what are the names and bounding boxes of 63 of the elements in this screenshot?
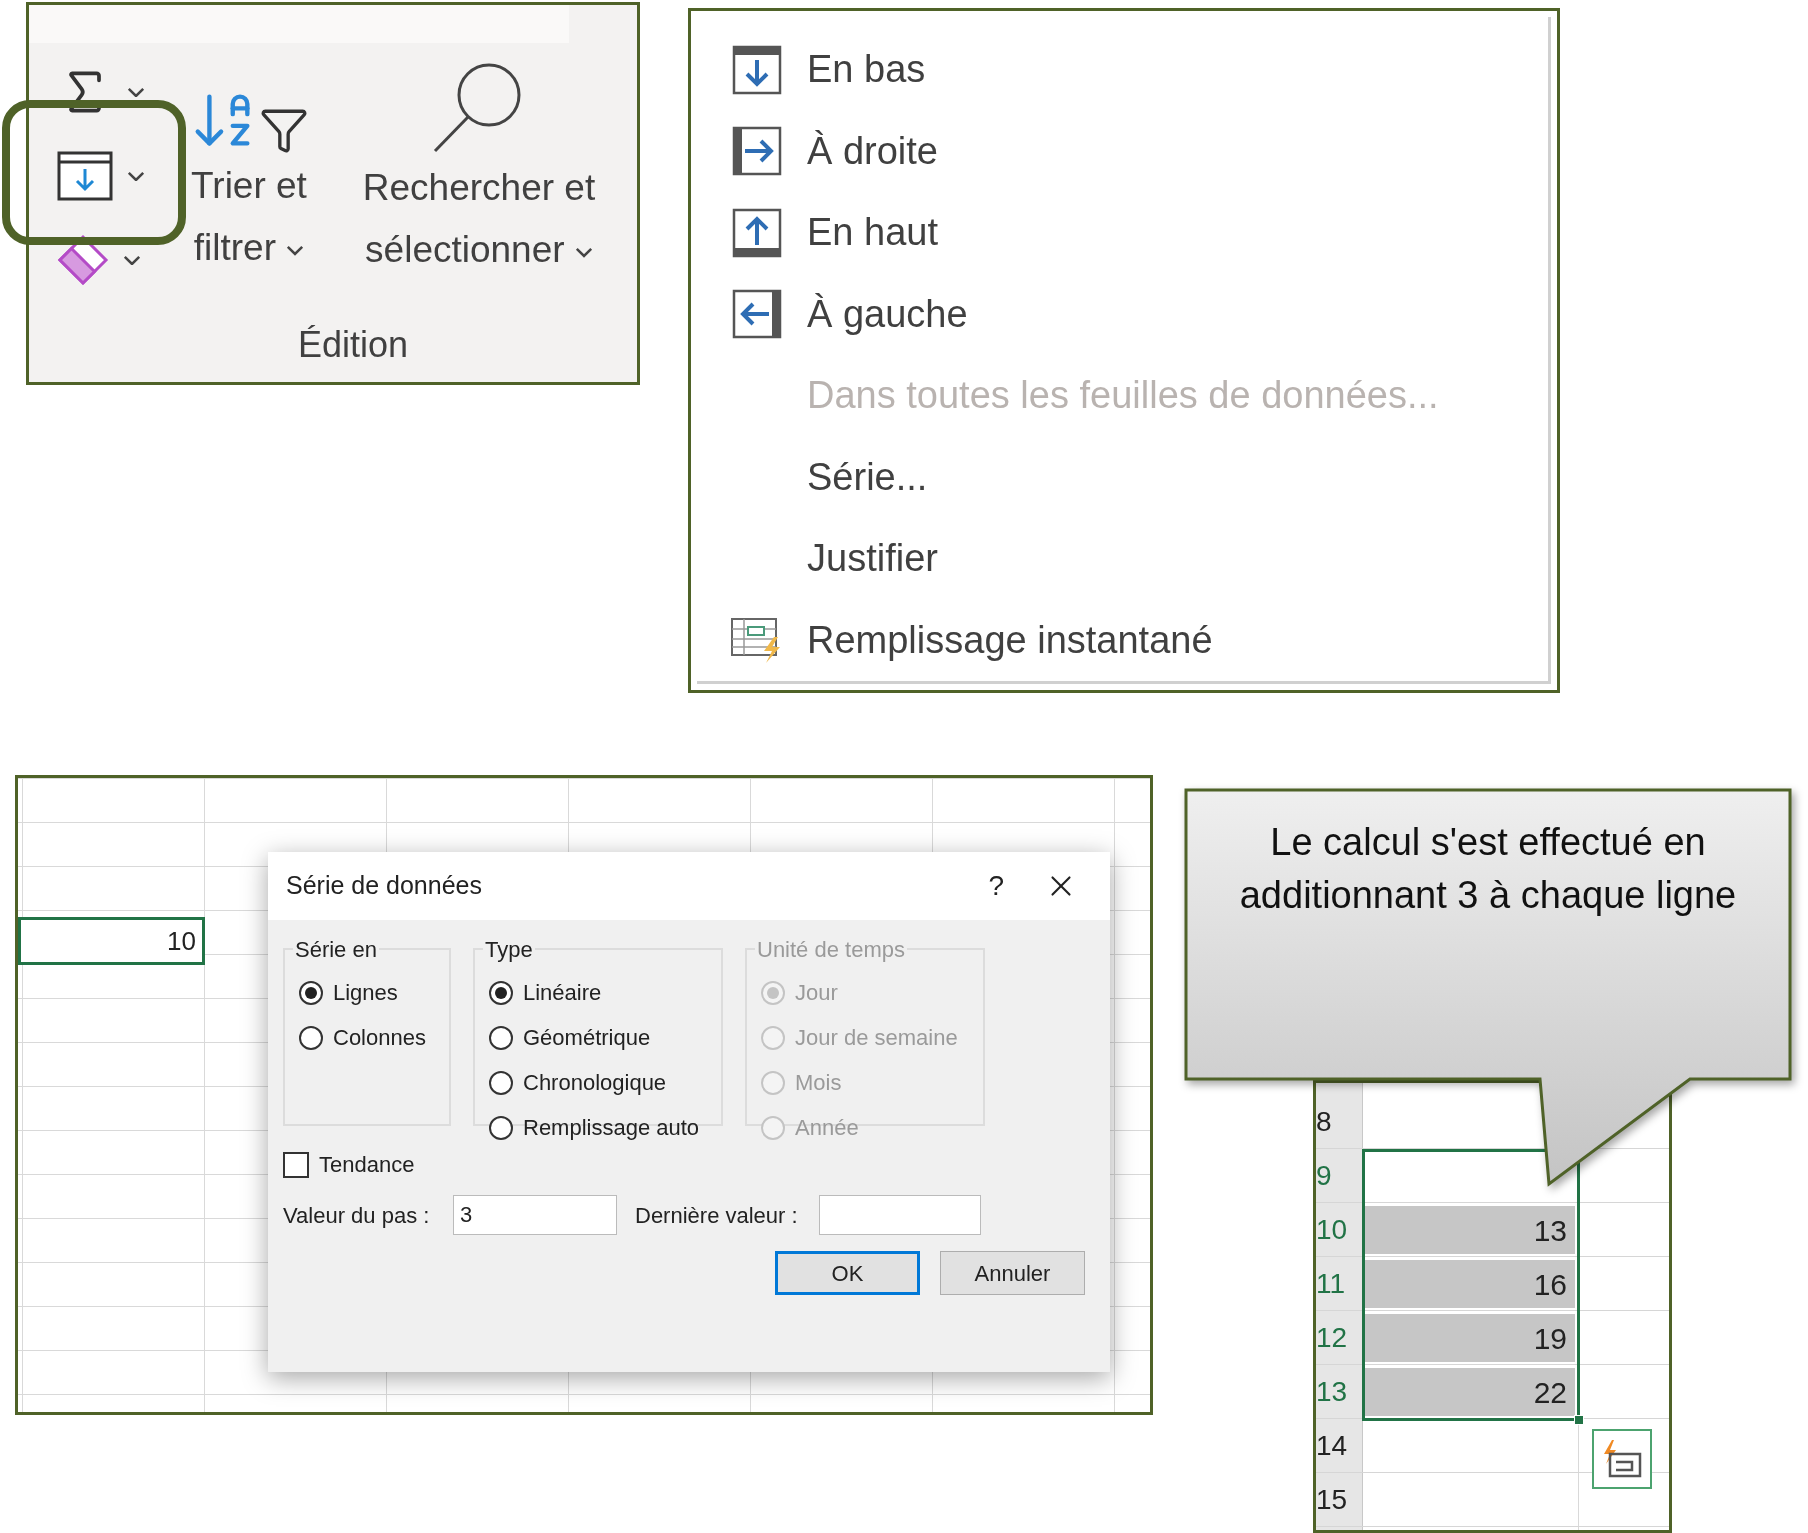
radio-label: Mois [795, 1069, 842, 1097]
arrow-right-icon [731, 125, 783, 178]
menu-item[interactable]: Série... [697, 436, 1548, 518]
autofill-options-button[interactable] [1592, 1429, 1652, 1489]
find-select-button[interactable]: Rechercher et sélectionner [329, 57, 629, 318]
table-cell: 19 [1365, 1314, 1575, 1362]
row-number[interactable]: 8 [1316, 1101, 1332, 1143]
radio-label: Année [795, 1114, 859, 1142]
dialog-button[interactable]: OK [775, 1251, 920, 1295]
step-label: Valeur du pas : [283, 1201, 431, 1230]
row-number[interactable]: 9 [1316, 1155, 1332, 1197]
caret-icon [286, 244, 305, 256]
radio-label: Colonnes [333, 1024, 426, 1052]
menu-item[interactable]: À gauche [697, 273, 1548, 355]
radio-label: Géométrique [523, 1024, 651, 1052]
radio-label: Jour de semaine [795, 1024, 958, 1052]
row-number[interactable]: 11 [1316, 1263, 1346, 1305]
menu-item[interactable]: En haut [697, 192, 1548, 274]
row-number[interactable]: 12 [1316, 1317, 1348, 1359]
step-field[interactable]: 3 [453, 1195, 617, 1235]
group-label: Édition [297, 323, 409, 367]
table-cell: 13 [1365, 1206, 1575, 1254]
help-button[interactable]: ? [988, 865, 1004, 907]
checkbox-label: Tendance [319, 1151, 415, 1179]
sort-filter-button[interactable]: Trier et filtrer [169, 57, 329, 318]
radio-label: Linéaire [523, 979, 602, 1007]
callout-text: Le calcul s'est effectué en additionnant 3 à chaque ligne [1238, 820, 1738, 918]
arrow-up-icon [731, 206, 783, 259]
row-number[interactable]: 14 [1316, 1425, 1348, 1467]
radio-button[interactable] [489, 980, 513, 1005]
caret-icon [127, 86, 145, 98]
row-number[interactable]: 15 [1316, 1479, 1348, 1521]
menu-item[interactable]: En bas [697, 29, 1548, 111]
radio-button[interactable] [299, 980, 323, 1005]
dialog-button[interactable]: Annuler [940, 1251, 1085, 1295]
radio-button[interactable] [489, 1115, 513, 1140]
radio-button[interactable] [489, 1025, 513, 1050]
radio-label: Jour [795, 979, 838, 1007]
arrow-left-icon [731, 288, 783, 341]
menu-item[interactable]: Remplissage instantané [697, 599, 1548, 681]
arrow-down-icon [731, 43, 783, 96]
table-cell: 16 [1365, 1260, 1575, 1308]
fill-handle[interactable] [1574, 1415, 1584, 1425]
stop-label: Dernière valeur : [635, 1201, 799, 1230]
fill-down-icon [57, 151, 113, 201]
radio-label: Lignes [333, 979, 398, 1007]
eraser-icon [57, 234, 109, 286]
radio-button[interactable] [489, 1070, 513, 1095]
checkbox[interactable] [283, 1151, 309, 1178]
row-number[interactable]: 10 [1316, 1209, 1348, 1251]
radio-label: Chronologique [523, 1069, 667, 1097]
menu-item[interactable]: Justifier [697, 518, 1548, 600]
radio-label: Remplissage auto [523, 1114, 700, 1142]
radio-button[interactable] [299, 1025, 323, 1050]
table-cell: 22 [1365, 1368, 1575, 1416]
row-number[interactable]: 13 [1316, 1371, 1348, 1413]
caret-icon [127, 170, 145, 182]
caret-icon [123, 254, 141, 266]
menu-item[interactable]: À droite [697, 110, 1548, 192]
caret-icon [574, 246, 593, 258]
selected-cell: 10 [18, 917, 205, 965]
stop-field[interactable] [819, 1195, 981, 1235]
dialog-title: Série de données [286, 870, 482, 902]
